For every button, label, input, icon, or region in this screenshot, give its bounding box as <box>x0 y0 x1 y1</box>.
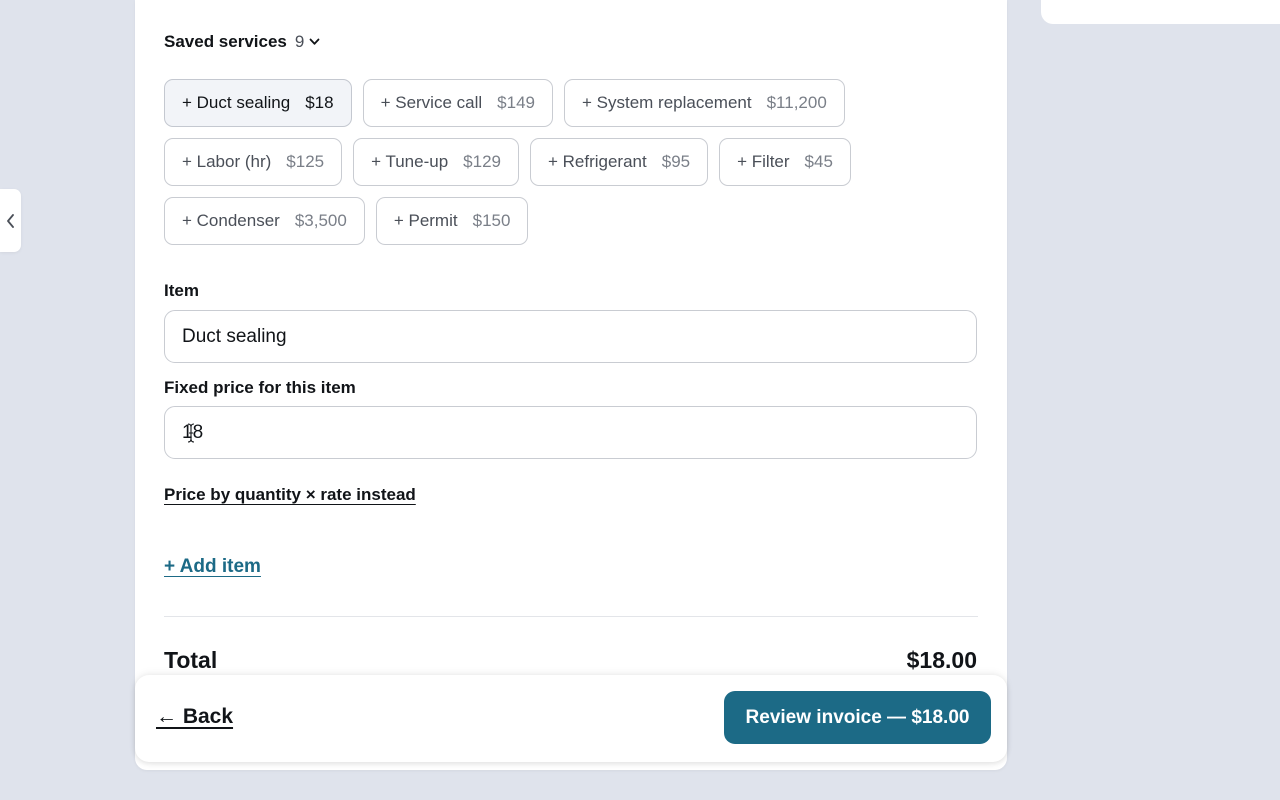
chip-service-call[interactable]: + Service call $149 <box>362 79 553 127</box>
divider <box>164 616 978 617</box>
right-card <box>1041 0 1280 24</box>
chip-price: $11,200 <box>766 93 827 112</box>
chip-price: $125 <box>286 152 325 171</box>
footer-bar: ← Back Review invoice — $18.00 <box>135 675 1007 762</box>
saved-services-chips: + Duct sealing $18 + Service call $149 +… <box>164 79 984 245</box>
text-cursor-icon <box>187 423 195 443</box>
fixed-price-field[interactable] <box>164 406 977 459</box>
chip-label: + Condenser <box>182 211 280 230</box>
total-value: $18.00 <box>906 647 977 673</box>
item-field[interactable] <box>164 310 977 363</box>
chip-price: $150 <box>472 211 511 230</box>
fixed-price-label: Fixed price for this item <box>164 378 356 397</box>
total-label: Total <box>164 647 218 673</box>
chip-condenser[interactable]: + Condenser $3,500 <box>164 197 365 245</box>
chip-price: $18 <box>305 93 334 112</box>
invoice-panel: Saved services 9 + Duct sealing $18 + Se… <box>135 0 1007 770</box>
chip-price: $129 <box>463 152 501 171</box>
chip-price: $45 <box>804 152 833 171</box>
back-button[interactable]: ← Back <box>156 705 233 729</box>
chip-duct-sealing[interactable]: + Duct sealing $18 <box>164 79 352 127</box>
chip-label: + Labor (hr) <box>182 152 272 171</box>
price-by-quantity-link[interactable]: Price by quantity × rate instead <box>164 485 416 505</box>
chip-label: + Filter <box>737 152 790 171</box>
chip-price: $149 <box>497 93 535 112</box>
saved-services-count: 9 <box>294 32 305 51</box>
chip-label: + Duct sealing <box>182 93 291 112</box>
sidebar-collapse-tab[interactable] <box>0 189 21 252</box>
review-invoice-button[interactable]: Review invoice — $18.00 <box>724 691 991 744</box>
chevron-left-icon <box>7 213 14 228</box>
item-label: Item <box>164 281 199 300</box>
chip-label: + Service call <box>380 93 483 112</box>
chip-tune-up[interactable]: + Tune-up $129 <box>353 138 519 186</box>
chip-label: + Tune-up <box>371 152 449 171</box>
add-item-link[interactable]: + Add item <box>164 556 261 578</box>
chip-system-replacement[interactable]: + System replacement $11,200 <box>563 79 845 127</box>
chip-label: + System replacement <box>581 93 752 112</box>
chip-label: + Refrigerant <box>547 152 647 171</box>
fixed-price-input[interactable] <box>182 421 959 444</box>
chevron-down-icon <box>309 38 320 45</box>
chip-permit[interactable]: + Permit $150 <box>375 197 529 245</box>
chip-refrigerant[interactable]: + Refrigerant $95 <box>529 138 709 186</box>
saved-services-toggle[interactable]: Saved services 9 <box>164 32 320 52</box>
item-input[interactable] <box>182 325 959 348</box>
chip-price: $95 <box>661 152 691 171</box>
chip-filter[interactable]: + Filter $45 <box>719 138 851 186</box>
chip-labor-hr[interactable]: + Labor (hr) $125 <box>164 138 343 186</box>
chip-price: $3,500 <box>294 211 347 230</box>
chip-label: + Permit <box>393 211 458 230</box>
saved-services-label: Saved services <box>164 32 287 51</box>
